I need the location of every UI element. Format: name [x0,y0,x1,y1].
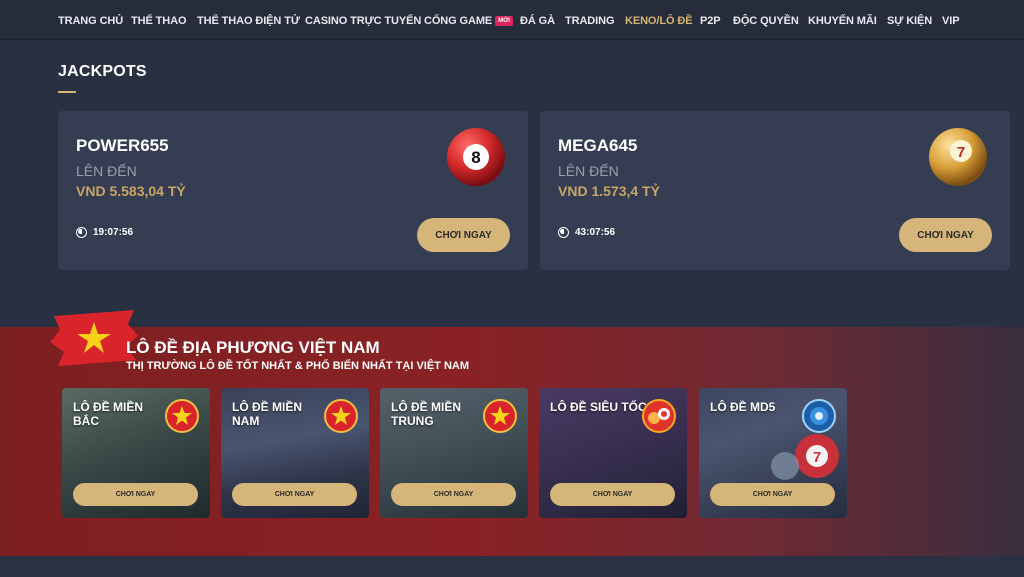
title-underline [58,91,76,93]
nav-item-trading[interactable]: TRADING [565,15,615,27]
lotto-card-central[interactable]: LÔ ĐỀ MIỀN TRUNG CHƠI NGAY [380,388,528,518]
jackpot-card-power655: POWER655 LÊN ĐẾN VND 5.583,04 TỶ 19:07:5… [58,111,528,270]
lotto-card-name: LÔ ĐỀ MIỀN BẮC [73,400,144,428]
jackpot-name: POWER655 [76,136,169,155]
lotto-card-north[interactable]: LÔ ĐỀ MIỀN BẮC CHƠI NGAY [62,388,210,518]
nav-item-promotions[interactable]: KHUYẾN MÃI [808,15,877,27]
page-bottom-strip [0,556,1024,577]
ball-number: 7 [957,144,965,161]
svg-text:7: 7 [813,449,821,466]
lotto-card-fast[interactable]: LÔ ĐỀ SIÊU TỐC CHƠI NGAY [539,388,687,518]
new-badge: MỚI [495,16,513,26]
jackpot-timer-value: 43:07:56 [575,227,616,238]
play-now-button[interactable]: CHƠI NGAY [391,483,516,506]
play-now-button[interactable]: CHƠI NGAY [710,483,835,506]
nav-item-p2p[interactable]: P2P [700,15,721,27]
lotto-card-name: LÔ ĐỀ MIỀN NAM [232,400,303,428]
clock-icon [558,227,569,238]
lotto-card-south[interactable]: LÔ ĐỀ MIỀN NAM CHƠI NGAY [221,388,369,518]
md5-icon [802,399,836,433]
nav-item-events[interactable]: SỰ KIỆN [887,15,932,27]
ball-number: 8 [471,148,480,167]
nav-item-cockfight[interactable]: ĐÁ GÀ [520,15,555,27]
lotto-card-name: LÔ ĐỀ MIỀN TRUNG [391,400,462,428]
jackpot-name: MEGA645 [558,136,638,155]
nav-item-keno-lotto[interactable]: KENO/LÔ ĐỀ [625,15,693,27]
vietnam-flag-icon [324,399,358,433]
vietnam-flag-icon [165,399,199,433]
jackpot-amount: VND 5.583,04 TỶ [76,183,186,199]
jackpot-amount: VND 1.573,4 TỶ [558,183,660,199]
jackpot-timer-value: 19:07:56 [93,227,134,238]
lottery-ball-7-icon: 7 [929,128,987,186]
lotto-card-name: LÔ ĐỀ SIÊU TỐC [550,400,647,414]
jackpot-upto-label: LÊN ĐẾN [558,163,619,179]
top-nav: TRANG CHỦ THỂ THAO THỂ THAO ĐIỆN TỬ CASI… [0,0,1024,40]
play-now-button[interactable]: CHƠI NGAY [550,483,675,506]
fast-lottery-icon [642,399,676,433]
jackpot-upto-label: LÊN ĐẾN [76,163,137,179]
nav-item-home[interactable]: TRANG CHỦ [58,15,123,27]
nav-item-game-portal-label: CỔNG GAME [424,15,493,27]
lottery-balls-icon: 7 [771,434,839,480]
jackpot-timer: 43:07:56 [558,227,615,238]
jackpot-card-mega645: MEGA645 LÊN ĐẾN VND 1.573,4 TỶ 43:07:56 … [540,111,1010,270]
lottery-ball-8-icon: 8 [447,128,505,186]
nav-item-casino[interactable]: CASINO TRỰC TUYẾN [305,15,421,27]
lotto-section-title: LÔ ĐỀ ĐỊA PHƯƠNG VIỆT NAM [126,338,380,357]
jackpot-timer: 19:07:56 [76,227,133,238]
play-now-button[interactable]: CHƠI NGAY [73,483,198,506]
nav-item-game-portal[interactable]: CỔNG GAME MỚI [424,15,513,27]
clock-icon [76,227,87,238]
nav-item-vip[interactable]: VIP [942,15,960,27]
play-now-button[interactable]: CHƠI NGAY [417,218,510,252]
lotto-card-md5[interactable]: 7 LÔ ĐỀ MD5 CHƠI NGAY [699,388,847,518]
lotto-card-name: LÔ ĐỀ MD5 [710,400,776,414]
lotto-section-subtitle: THỊ TRƯỜNG LÔ ĐỀ TỐT NHẤT & PHỔ BIẾN NHẤ… [126,360,469,372]
nav-item-exclusive[interactable]: ĐỘC QUYỀN [733,15,799,27]
nav-item-sports[interactable]: THỂ THAO [131,15,187,27]
play-now-button[interactable]: CHƠI NGAY [899,218,992,252]
vietnam-flag-icon [483,399,517,433]
nav-item-esports[interactable]: THỂ THAO ĐIỆN TỬ [197,15,300,27]
jackpots-title: JACKPOTS [58,63,147,80]
play-now-button[interactable]: CHƠI NGAY [232,483,357,506]
